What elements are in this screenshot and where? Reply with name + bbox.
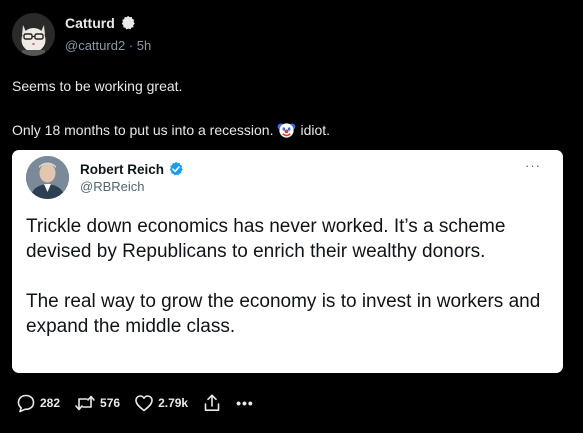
quoted-paragraph-1: Trickle down economics has never worked.… bbox=[26, 216, 506, 262]
quoted-paragraph-2: The real way to grow the economy is to i… bbox=[26, 291, 541, 337]
post-text-line-2-before: Only 18 months to put us into a recessio… bbox=[12, 121, 274, 138]
reply-count: 282 bbox=[40, 396, 61, 410]
like-count: 2.79k bbox=[158, 396, 189, 410]
share-button[interactable] bbox=[202, 393, 222, 413]
person-avatar-icon bbox=[26, 156, 69, 199]
cat-avatar-icon bbox=[12, 13, 55, 56]
meta-separator: · bbox=[128, 38, 134, 53]
reply-button[interactable]: 282 bbox=[16, 393, 60, 413]
post-text-line-2: Only 18 months to put us into a recessio… bbox=[12, 120, 330, 139]
heart-icon bbox=[135, 395, 153, 412]
verified-badge-icon bbox=[121, 15, 135, 30]
repost-button[interactable]: 576 bbox=[74, 393, 120, 413]
quoted-author-name-text[interactable]: Robert Reich bbox=[80, 162, 164, 177]
quoted-more-icon[interactable]: ··· bbox=[525, 158, 541, 173]
clown-face-icon bbox=[278, 123, 296, 138]
quoted-author-avatar[interactable] bbox=[26, 156, 69, 199]
post-text-line-2-after: idiot. bbox=[300, 121, 331, 138]
author-name-text[interactable]: Catturd bbox=[65, 15, 115, 31]
quoted-author-handle[interactable]: @RBReich bbox=[80, 179, 145, 194]
quoted-post-card[interactable]: Robert Reich @RBReich ··· Trickle down e… bbox=[12, 150, 563, 373]
author-handle-line: @catturd2 · 5h bbox=[65, 38, 151, 53]
more-options-icon[interactable]: ••• bbox=[236, 395, 254, 411]
reply-icon bbox=[17, 394, 35, 413]
post-text-line-1: Seems to be working great. bbox=[12, 78, 183, 94]
post: Catturd @catturd2 · 5h Seems to be worki… bbox=[0, 0, 583, 433]
repost-count: 576 bbox=[100, 396, 121, 410]
author-handle[interactable]: @catturd2 bbox=[65, 38, 125, 53]
post-time[interactable]: 5h bbox=[137, 38, 151, 53]
quoted-author-name[interactable]: Robert Reich bbox=[80, 161, 184, 177]
like-button[interactable]: 2.79k bbox=[134, 393, 188, 413]
verified-badge-icon bbox=[169, 161, 183, 176]
action-bar: 282 576 2.79k ••• bbox=[16, 393, 254, 413]
author-avatar[interactable] bbox=[12, 13, 55, 56]
quoted-post-body: Trickle down economics has never worked.… bbox=[26, 214, 546, 339]
repost-icon bbox=[75, 395, 95, 411]
share-icon bbox=[204, 394, 220, 411]
author-name[interactable]: Catturd bbox=[65, 15, 136, 31]
